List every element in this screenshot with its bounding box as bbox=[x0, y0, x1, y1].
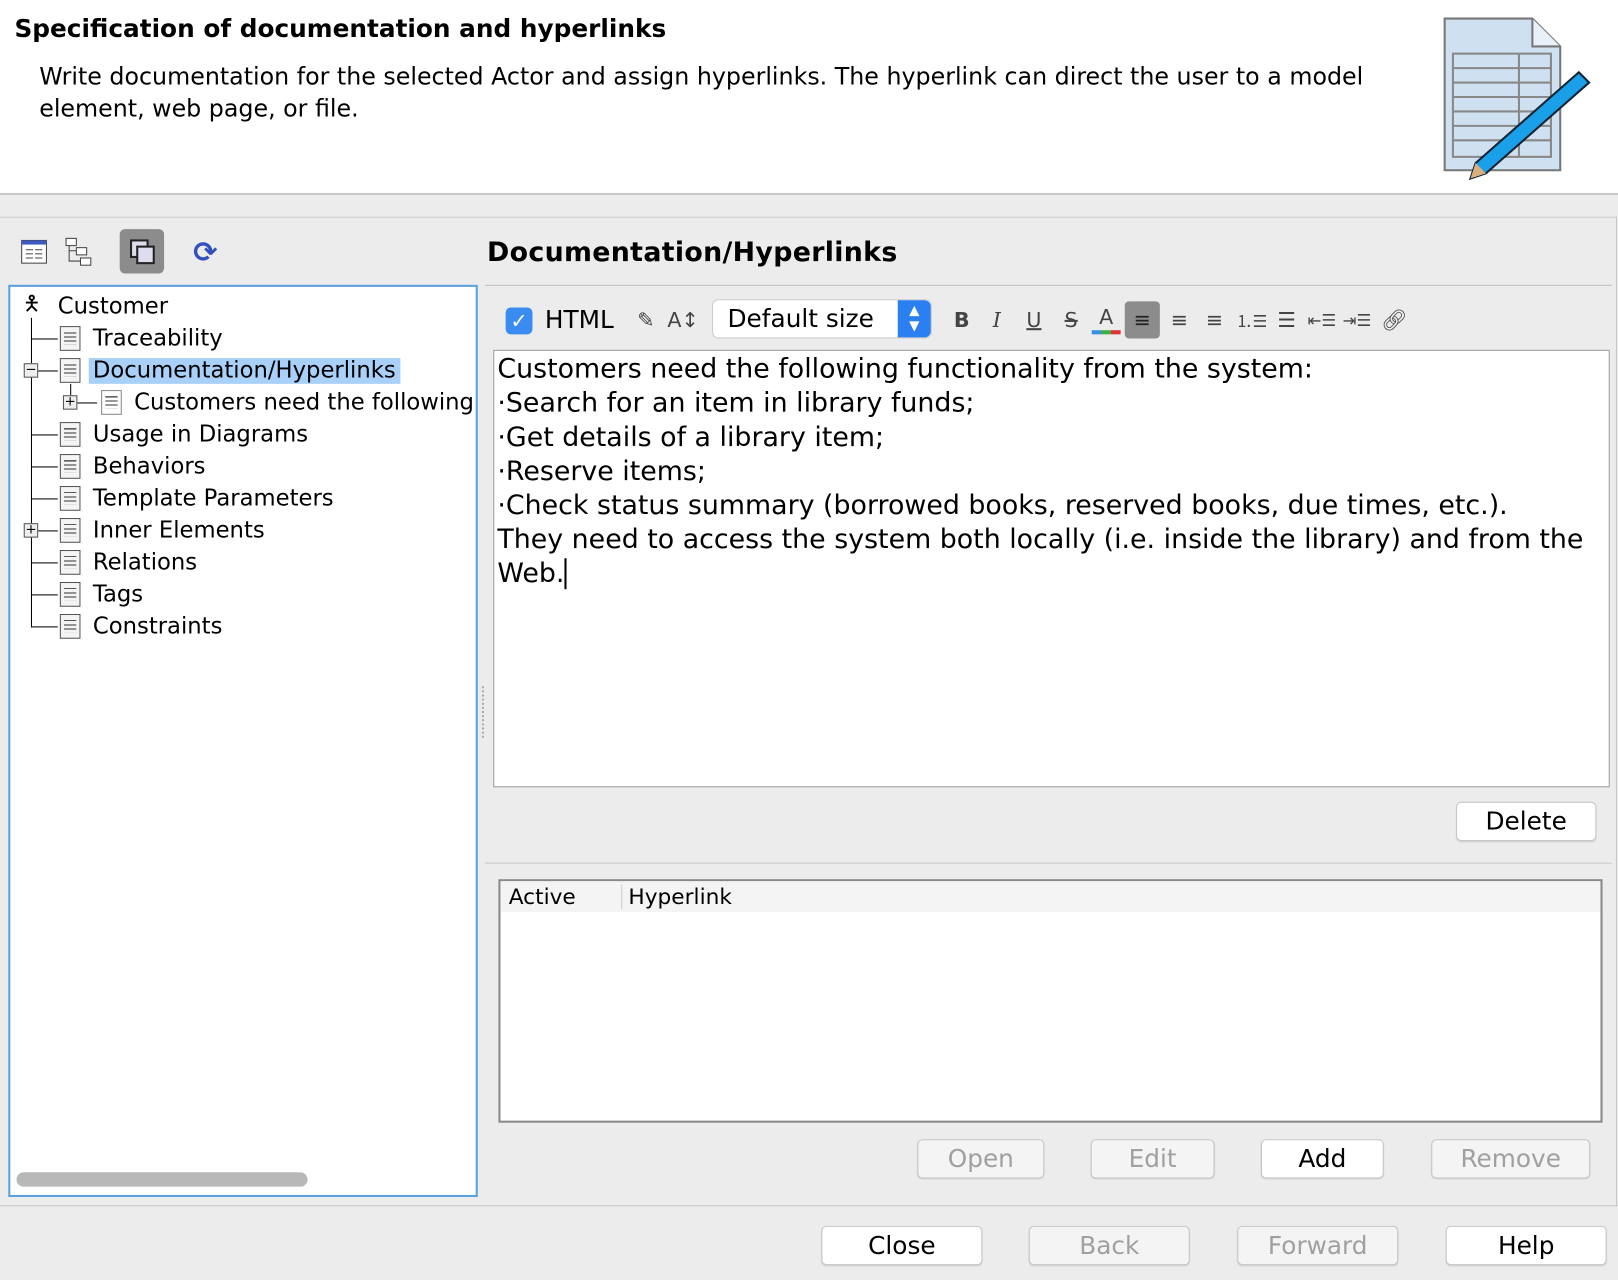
tree-item-constraints[interactable]: Constraints bbox=[59, 611, 227, 642]
table-view-icon[interactable] bbox=[19, 236, 50, 267]
forward-button[interactable]: Forward bbox=[1237, 1225, 1399, 1266]
column-divider bbox=[621, 884, 623, 910]
tree-item-documentation-hyperlinks[interactable]: Documentation/Hyperlinks bbox=[59, 355, 400, 386]
text-color-button[interactable]: A bbox=[1091, 303, 1121, 335]
align-center-icon[interactable]: ≡ bbox=[1199, 303, 1230, 336]
html-label: HTML bbox=[544, 305, 614, 335]
tree-item-inner-elements[interactable]: Inner Elements bbox=[59, 515, 269, 546]
tree-item-traceability[interactable]: Traceability bbox=[59, 323, 227, 354]
header-description: Write documentation for the selected Act… bbox=[39, 63, 1364, 123]
divider bbox=[484, 284, 1612, 286]
document-icon bbox=[59, 518, 81, 543]
document-icon bbox=[59, 326, 81, 351]
document-icon bbox=[59, 581, 81, 607]
delete-button[interactable]: Delete bbox=[1456, 801, 1597, 841]
divider bbox=[0, 1205, 1618, 1207]
tree-item-tags[interactable]: Tags bbox=[59, 579, 147, 610]
close-button[interactable]: Close bbox=[821, 1225, 983, 1266]
numbered-list-icon[interactable]: ⒈☰ bbox=[1236, 303, 1267, 336]
edit-button[interactable]: Edit bbox=[1090, 1139, 1215, 1179]
expand-toggle[interactable]: + bbox=[23, 523, 39, 538]
section-title: Documentation/Hyperlinks bbox=[487, 237, 898, 269]
doc-line: ·Reserve items; bbox=[497, 456, 706, 488]
header-title: Specification of documentation and hyper… bbox=[14, 14, 667, 44]
align-right-icon[interactable]: ≡ bbox=[1164, 303, 1195, 336]
open-button[interactable]: Open bbox=[917, 1139, 1045, 1179]
document-edit-icon bbox=[1434, 10, 1599, 190]
document-icon bbox=[59, 550, 81, 575]
documentation-editor[interactable]: Customers need the following functionali… bbox=[493, 349, 1610, 788]
bullet-list-icon[interactable]: ☰ bbox=[1271, 303, 1302, 336]
indent-icon[interactable]: ⇥☰ bbox=[1341, 303, 1372, 336]
refresh-icon[interactable]: ⟳ bbox=[190, 235, 221, 269]
doc-line: ·Get details of a library item; bbox=[497, 422, 885, 454]
tree-item-relations[interactable]: Relations bbox=[59, 547, 201, 578]
bold-button[interactable]: B bbox=[947, 303, 976, 336]
text-cursor: ​ bbox=[564, 558, 567, 590]
strikethrough-button[interactable]: S bbox=[1057, 303, 1086, 336]
actor-icon: 🯅 bbox=[22, 290, 41, 316]
add-button[interactable]: Add bbox=[1260, 1139, 1384, 1179]
doc-line: ·Search for an item in library funds; bbox=[497, 387, 975, 419]
html-checkbox[interactable]: ✓ bbox=[505, 307, 533, 335]
compact-view-button[interactable] bbox=[119, 229, 165, 274]
doc-line: Web. bbox=[497, 558, 565, 590]
table-header: Active Hyperlink bbox=[500, 881, 1601, 913]
collapse-toggle[interactable]: − bbox=[23, 363, 39, 378]
tree-item-usage-in-diagrams[interactable]: Usage in Diagrams bbox=[59, 419, 312, 450]
divider bbox=[484, 862, 1612, 864]
column-header-active[interactable]: Active bbox=[509, 884, 576, 909]
text-icon bbox=[101, 390, 122, 415]
edit-source-icon[interactable]: ✎ bbox=[629, 303, 662, 336]
tree-item-documentation-text[interactable]: Customers need the following bbox=[101, 387, 476, 418]
tree-view-icon[interactable] bbox=[64, 236, 95, 267]
overlap-windows-icon bbox=[129, 238, 155, 264]
help-button[interactable]: Help bbox=[1445, 1225, 1607, 1266]
tree-item-behaviors[interactable]: Behaviors bbox=[59, 451, 210, 482]
document-icon bbox=[59, 422, 81, 447]
hyperlinks-table[interactable]: Active Hyperlink bbox=[498, 879, 1603, 1123]
dialog-header: Specification of documentation and hyper… bbox=[0, 0, 1618, 196]
horizontal-scrollbar[interactable] bbox=[16, 1172, 308, 1187]
italic-button[interactable]: I bbox=[982, 303, 1011, 336]
font-size-select[interactable]: Default size ▲ ▼ bbox=[712, 299, 932, 339]
hyperlink-icon[interactable]: 🔗︎ bbox=[1379, 303, 1410, 336]
splitter-handle[interactable] bbox=[481, 686, 486, 738]
back-button[interactable]: Back bbox=[1028, 1225, 1190, 1266]
underline-button[interactable]: U bbox=[1020, 303, 1049, 336]
outdent-icon[interactable]: ⇤☰ bbox=[1306, 303, 1337, 336]
specification-tree[interactable]: − + + 🯅 Customer Traceability Documentat… bbox=[8, 284, 478, 1198]
doc-line: They need to access the system both loca… bbox=[497, 524, 1584, 556]
document-icon bbox=[59, 454, 81, 479]
doc-line: ·Check status summary (borrowed books, r… bbox=[497, 490, 1508, 522]
tree-root-customer[interactable]: 🯅 Customer bbox=[23, 291, 172, 322]
doc-line: Customers need the following functionali… bbox=[497, 353, 1313, 385]
remove-button[interactable]: Remove bbox=[1431, 1139, 1591, 1179]
font-size-icon[interactable]: A↕ bbox=[667, 303, 700, 336]
column-header-hyperlink[interactable]: Hyperlink bbox=[628, 884, 731, 909]
chevron-updown-icon: ▲ ▼ bbox=[897, 300, 931, 338]
align-left-button[interactable]: ≡ bbox=[1124, 301, 1160, 339]
document-icon bbox=[59, 486, 81, 511]
document-icon bbox=[59, 358, 81, 383]
tree-item-template-parameters[interactable]: Template Parameters bbox=[59, 483, 338, 514]
document-icon bbox=[59, 613, 81, 639]
expand-toggle[interactable]: + bbox=[62, 395, 78, 410]
